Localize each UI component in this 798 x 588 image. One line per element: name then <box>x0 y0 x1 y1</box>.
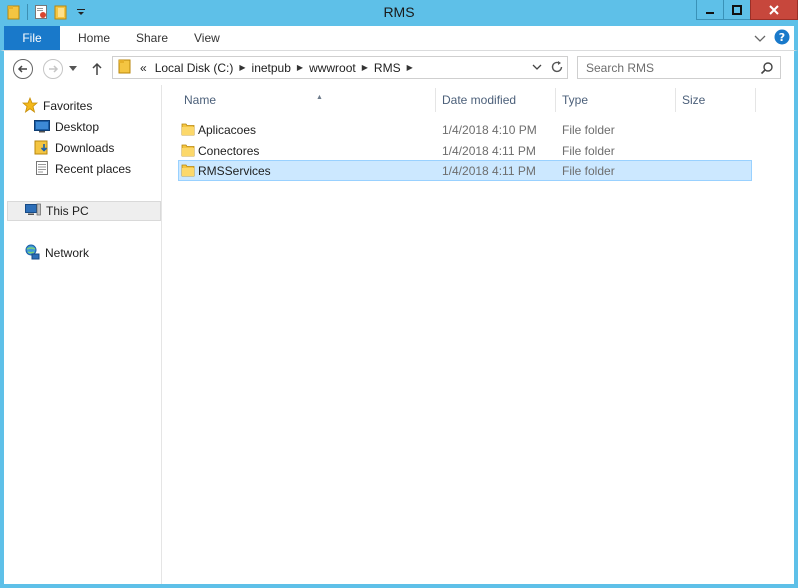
breadcrumb-arrow-icon[interactable]: ▶ <box>239 63 245 72</box>
desktop-icon <box>34 119 50 136</box>
column-header-name[interactable]: ▲ Name <box>178 88 436 112</box>
search-input[interactable]: Search RMS <box>577 56 781 79</box>
ribbon-right-controls: ? <box>754 29 790 48</box>
search-placeholder: Search RMS <box>586 60 655 75</box>
sidebar-item-recent-places[interactable]: Recent places <box>34 159 131 179</box>
file-date-modified: 1/4/2018 4:11 PM <box>442 163 536 178</box>
refresh-icon[interactable] <box>549 59 565 78</box>
window-controls <box>696 0 798 20</box>
tab-file[interactable]: File <box>4 26 60 50</box>
folder-icon <box>181 163 195 180</box>
explorer-body: Favorites Desktop Downloads Recent place… <box>0 85 798 588</box>
sidebar-item-this-pc[interactable]: This PC <box>7 201 161 221</box>
scrollbar-track[interactable] <box>786 85 794 584</box>
computer-icon <box>25 203 41 220</box>
folder-icon <box>181 122 195 139</box>
breadcrumb-overflow[interactable]: « <box>140 61 147 75</box>
sidebar-item-label: Desktop <box>55 120 100 134</box>
svg-text:?: ? <box>779 31 785 44</box>
file-name: RMSServices <box>198 163 271 178</box>
sort-ascending-icon: ▲ <box>316 94 323 101</box>
nav-favorites-label: Favorites <box>43 99 93 113</box>
title-bar[interactable]: RMS <box>0 0 798 26</box>
column-header-label: Type <box>562 93 589 107</box>
breadcrumb-arrow-icon[interactable]: ▶ <box>297 63 303 72</box>
expand-ribbon-icon[interactable] <box>754 32 766 46</box>
column-header-label: Date modified <box>442 93 517 107</box>
sidebar-item-downloads[interactable]: Downloads <box>34 138 114 158</box>
address-bar-controls <box>531 59 565 78</box>
navigation-pane: Favorites Desktop Downloads Recent place… <box>4 85 162 584</box>
window-title: RMS <box>383 4 415 20</box>
address-bar[interactable]: « Local Disk (C:) ▶ inetpub ▶ wwwroot ▶ … <box>112 56 568 79</box>
recent-locations-icon[interactable] <box>66 58 80 80</box>
help-icon[interactable]: ? <box>774 29 790 48</box>
sidebar-item-label: Downloads <box>55 141 115 155</box>
file-name: Conectores <box>198 143 260 158</box>
table-row[interactable]: Conectores 1/4/2018 4:11 PM File folder <box>178 140 752 161</box>
up-button[interactable] <box>88 58 106 80</box>
file-date-modified: 1/4/2018 4:10 PM <box>442 122 537 137</box>
file-name: Aplicacoes <box>198 122 257 137</box>
file-type: File folder <box>562 143 615 158</box>
folder-icon <box>181 143 195 160</box>
nav-favorites[interactable]: Favorites <box>21 96 93 116</box>
breadcrumb-local-disk[interactable]: Local Disk (C:) <box>155 61 234 75</box>
maximize-button[interactable] <box>723 0 751 20</box>
back-button[interactable] <box>12 58 34 80</box>
folder-icon <box>118 58 132 77</box>
breadcrumb-wwwroot[interactable]: wwwroot <box>309 61 356 75</box>
tab-home[interactable]: Home <box>64 26 124 50</box>
file-type: File folder <box>562 163 615 178</box>
column-header-label: Size <box>682 93 706 107</box>
breadcrumb-arrow-icon[interactable]: ▶ <box>407 63 413 72</box>
sidebar-item-label: This PC <box>46 204 89 218</box>
breadcrumb-arrow-icon[interactable]: ▶ <box>362 63 368 72</box>
sidebar-item-label: Recent places <box>55 162 132 176</box>
file-date-modified: 1/4/2018 4:11 PM <box>442 143 536 158</box>
minimize-button[interactable] <box>696 0 724 20</box>
tab-view[interactable]: View <box>180 26 234 50</box>
sidebar-item-label: Network <box>45 246 90 260</box>
column-header-size[interactable]: Size <box>676 88 756 112</box>
close-button[interactable] <box>750 0 798 20</box>
address-history-icon[interactable] <box>531 59 543 78</box>
file-type: File folder <box>562 122 615 137</box>
column-header-label: Name <box>184 93 217 107</box>
network-icon <box>24 244 40 263</box>
table-row-selected[interactable]: RMSServices 1/4/2018 4:11 PM File folder <box>178 160 752 181</box>
star-icon <box>21 96 39 116</box>
file-list-pane: ▲ Name Date modified Type Size Aplicacoe… <box>162 85 794 584</box>
tab-share[interactable]: Share <box>122 26 182 50</box>
ribbon-tabs: File Home Share View ? <box>0 26 798 51</box>
recent-places-icon <box>34 160 50 179</box>
search-icon[interactable] <box>760 61 774 78</box>
navigation-bar: « Local Disk (C:) ▶ inetpub ▶ wwwroot ▶ … <box>0 51 798 85</box>
breadcrumb-inetpub[interactable]: inetpub <box>252 61 291 75</box>
column-header-date-modified[interactable]: Date modified <box>436 88 556 112</box>
sidebar-item-network[interactable]: Network <box>24 243 89 263</box>
table-row[interactable]: Aplicacoes 1/4/2018 4:10 PM File folder <box>178 119 752 140</box>
downloads-icon <box>34 139 50 158</box>
column-header-type[interactable]: Type <box>556 88 676 112</box>
breadcrumb-rms[interactable]: RMS <box>374 61 401 75</box>
sidebar-item-desktop[interactable]: Desktop <box>34 117 99 137</box>
forward-button[interactable] <box>42 58 64 80</box>
